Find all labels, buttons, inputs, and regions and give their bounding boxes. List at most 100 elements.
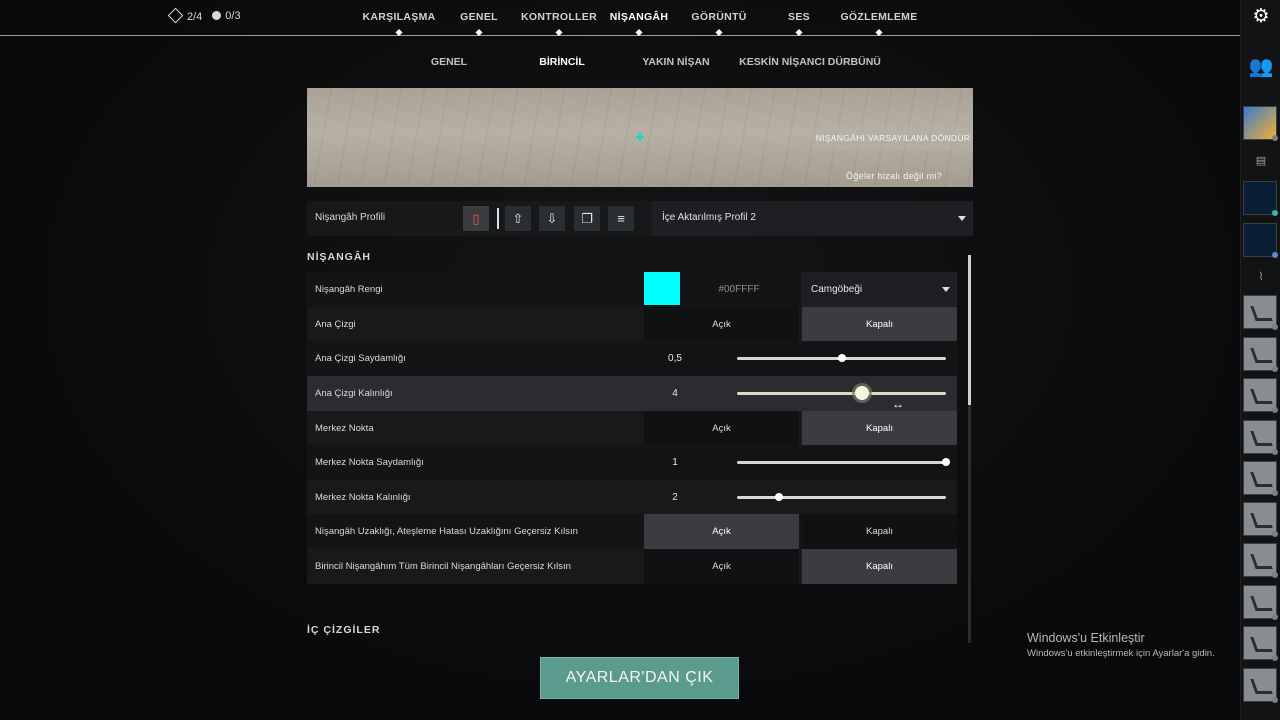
export-icon[interactable]: ⇧	[505, 206, 531, 231]
status-dot	[1272, 210, 1278, 216]
tab-general[interactable]: GENEL	[460, 11, 498, 23]
status-dot	[1272, 324, 1278, 330]
setting-label: Nişangâh Rengi	[315, 284, 383, 295]
scrollbar-thumb[interactable]	[968, 255, 971, 405]
subtab-sniper-scope[interactable]: KESKİN NİŞANCI DÜRBÜNÜ	[739, 56, 881, 68]
friend-avatar[interactable]	[1243, 337, 1278, 372]
chevron-down-icon	[942, 287, 950, 292]
status-dot	[1272, 135, 1278, 141]
settings-scrollbar[interactable]	[968, 255, 971, 643]
slider-handle[interactable]	[855, 386, 870, 400]
tab-crosshair[interactable]: NİŞANGÂH	[610, 11, 668, 23]
friend-avatar[interactable]	[1243, 626, 1278, 661]
status-dot	[1272, 490, 1278, 496]
player-avatar[interactable]	[1243, 106, 1278, 141]
toggle-off[interactable]: Kapalı	[802, 514, 957, 549]
friend-avatar[interactable]	[1243, 378, 1278, 413]
setting-label: Merkez Nokta	[315, 423, 374, 434]
crosshair-profile-row: Nişangâh Profili ▯ ⇧ ⇩ ❐ ≡ İçe Aktarılmı…	[307, 201, 973, 236]
friend-avatar[interactable]	[1243, 223, 1278, 258]
toggle-off[interactable]: Kapalı	[802, 549, 957, 584]
override-all-primary-toggle: Açık Kapalı	[644, 549, 957, 584]
status-dot	[1272, 614, 1278, 620]
setting-row-outlines: Ana Çizgi Açık Kapalı	[307, 307, 957, 342]
setting-label: Merkez Nokta Saydamlığı	[315, 457, 424, 468]
toggle-on[interactable]: Açık	[644, 411, 799, 446]
delete-icon[interactable]: ▯	[463, 206, 489, 231]
rename-icon[interactable]: ≡	[608, 206, 634, 231]
friend-avatar[interactable]	[1243, 420, 1278, 455]
toggle-on[interactable]: Açık	[644, 307, 799, 342]
profile-dropdown[interactable]: İçe Aktarılmış Profil 2	[652, 201, 973, 236]
slider-handle[interactable]	[774, 493, 783, 501]
setting-label: Ana Çizgi Saydamlığı	[315, 353, 406, 364]
crosshair-icon	[636, 133, 644, 141]
copy-icon[interactable]: ❐	[574, 206, 600, 231]
subtab-primary[interactable]: BİRİNCİL	[539, 56, 585, 68]
slider-value[interactable]: 4	[644, 388, 706, 399]
outline-thickness-controls: 4	[644, 376, 957, 411]
subtab-ads[interactable]: YAKIN NİŞAN	[642, 56, 709, 68]
tab-spectate[interactable]: GÖZLEMLEME	[840, 11, 917, 23]
import-icon[interactable]: ⇩	[539, 206, 565, 231]
crosshair-preview: NİŞANGÂHI VARSAYILANA DÖNDÜR Öğeler hiza…	[307, 88, 973, 187]
status-dot	[1272, 531, 1278, 537]
chevron-down-icon	[958, 216, 966, 221]
activation-title: Windows'u Etkinleştir	[1027, 631, 1145, 645]
color-dropdown[interactable]: Camgöbeği	[801, 272, 957, 307]
setting-label: Ana Çizgi	[315, 319, 356, 330]
tab-controls[interactable]: KONTROLLER	[521, 11, 597, 23]
center-dot-opacity-slider[interactable]	[737, 458, 950, 466]
toggle-on[interactable]: Açık	[644, 549, 799, 584]
setting-row-override-all-primary: Birincil Nişangâhım Tüm Birincil Nişangâ…	[307, 549, 957, 584]
friend-avatar[interactable]	[1243, 181, 1278, 216]
setting-row-override-firing-error: Nişangâh Uzaklığı, Ateşleme Hatası Uzakl…	[307, 514, 957, 549]
toggle-off[interactable]: Kapalı	[802, 307, 957, 342]
friends-icon[interactable]: 👥	[1241, 52, 1280, 82]
color-swatch[interactable]	[644, 272, 680, 305]
status-dot	[1272, 572, 1278, 578]
reset-crosshair-button[interactable]: NİŞANGÂHI VARSAYILANA DÖNDÜR	[813, 126, 973, 150]
tab-video[interactable]: GÖRÜNTÜ	[691, 11, 746, 23]
slider-value[interactable]: 2	[644, 492, 706, 503]
outline-opacity-slider[interactable]	[737, 354, 946, 362]
activation-subtitle: Windows'u etkinleştirmek için Ayarlar'a …	[1027, 648, 1215, 659]
center-dot-toggle: Açık Kapalı	[644, 411, 957, 446]
toggle-on[interactable]: Açık	[644, 514, 799, 549]
folder-icon[interactable]: ▤	[1245, 152, 1277, 170]
settings-gear-icon[interactable]: ⚙	[1251, 7, 1271, 27]
setting-label: Merkez Nokta Kalınlığı	[315, 492, 411, 503]
offline-group-icon[interactable]: ⌇	[1245, 268, 1277, 286]
setting-row-center-dot: Merkez Nokta Açık Kapalı	[307, 411, 957, 446]
exit-settings-button[interactable]: AYARLAR'DAN ÇIK	[540, 657, 739, 699]
outline-thickness-slider[interactable]	[737, 386, 946, 400]
status-dot	[1272, 655, 1278, 661]
misaligned-link[interactable]: Öğeler hizalı değil mi?	[846, 171, 942, 181]
setting-label: Nişangâh Uzaklığı, Ateşleme Hatası Uzakl…	[315, 526, 578, 537]
slider-handle[interactable]	[837, 354, 846, 362]
tab-match[interactable]: KARŞILAŞMA	[363, 11, 436, 23]
tab-audio[interactable]: SES	[788, 11, 810, 23]
color-controls: #00FFFF Camgöbeği	[644, 272, 957, 307]
color-hex-value[interactable]: #00FFFF	[704, 284, 774, 295]
friend-avatar[interactable]	[1243, 585, 1278, 620]
friend-avatar[interactable]	[1243, 461, 1278, 496]
center-dot-thickness-slider[interactable]	[737, 493, 946, 501]
friend-avatar[interactable]	[1243, 543, 1278, 578]
status-dot	[1272, 407, 1278, 413]
friend-avatar[interactable]	[1243, 502, 1278, 537]
center-dot-opacity-controls: 1	[644, 445, 957, 480]
slider-value[interactable]: 0,5	[644, 353, 706, 364]
center-dot-thickness-controls: 2	[644, 480, 957, 515]
color-selected: Camgöbeği	[811, 284, 863, 295]
settings-tabs: KARŞILAŞMA GENEL KONTROLLER NİŞANGÂH GÖR…	[0, 11, 1240, 35]
friend-avatar[interactable]	[1243, 295, 1278, 330]
subtab-general[interactable]: GENEL	[431, 56, 467, 68]
profile-selected: İçe Aktarılmış Profil 2	[662, 212, 756, 223]
slider-handle[interactable]	[942, 458, 950, 466]
profile-label: Nişangâh Profili	[315, 212, 386, 223]
slider-value[interactable]: 1	[644, 457, 706, 468]
toggle-off[interactable]: Kapalı	[802, 411, 957, 446]
friend-avatar[interactable]	[1243, 668, 1278, 703]
outline-opacity-controls: 0,5	[644, 341, 957, 376]
